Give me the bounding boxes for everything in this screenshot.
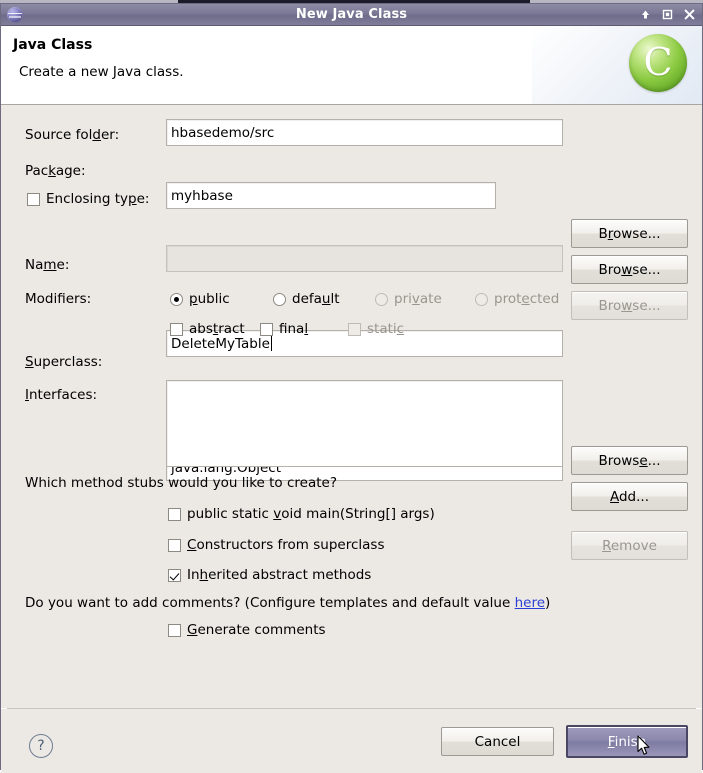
stub-constructors-checkbox[interactable] [168, 538, 181, 552]
interfaces-list[interactable] [166, 380, 563, 467]
enclosing-type-row[interactable]: Enclosing type: [27, 191, 149, 207]
stub-main-method-row[interactable]: public static void main(String[] args) [168, 506, 435, 522]
comments-question-text: Do you want to add comments? (Configure … [25, 595, 515, 611]
wizard-banner: Java Class Create a new Java class. C [1, 26, 702, 105]
generate-comments-row[interactable]: Generate comments [168, 622, 326, 638]
banner-heading: Java Class [13, 37, 93, 53]
source-folder-input[interactable]: hbasedemo/src [166, 119, 563, 146]
dialog-title: New Java Class [295, 7, 408, 22]
package-input[interactable]: myhbase [166, 182, 496, 209]
modifier-static-checkbox [348, 322, 361, 336]
banner-description: Create a new Java class. [19, 64, 184, 80]
modifiers-label: Modifiers: [25, 291, 92, 307]
window-controls [637, 7, 698, 22]
source-folder-label: Source folder: [25, 127, 120, 143]
text-caret [270, 336, 272, 351]
configure-templates-link[interactable]: here [515, 595, 545, 611]
dialog-body: Source folder: hbasedemo/src Browse... P… [1, 105, 702, 708]
maximize-icon[interactable] [659, 7, 676, 22]
method-stubs-question: Which method stubs would you like to cre… [25, 475, 337, 491]
superclass-browse-button[interactable]: Browse... [571, 446, 688, 475]
modifier-default-radio[interactable] [273, 292, 286, 306]
finish-button[interactable]: Finish [566, 725, 688, 758]
interfaces-add-button[interactable]: Add... [571, 482, 688, 511]
enclosing-type-checkbox[interactable] [27, 192, 40, 206]
package-label: Package: [25, 163, 86, 179]
dialog-footer: ? Cancel Finish [1, 708, 702, 773]
dialog-titlebar[interactable]: New Java Class [1, 4, 702, 26]
source-folder-browse-button[interactable]: Browse... [571, 219, 688, 248]
modifier-default-radio-row[interactable]: default [273, 291, 340, 307]
interfaces-remove-button: Remove [571, 531, 688, 560]
java-class-logo-icon: C [629, 34, 687, 92]
minimize-icon[interactable] [637, 7, 654, 22]
interfaces-label: Interfaces: [25, 387, 98, 403]
package-browse-button[interactable]: Browse... [571, 255, 688, 284]
modifier-final-checkbox[interactable] [260, 322, 273, 336]
modifier-public-radio[interactable] [170, 292, 183, 306]
name-label: Name: [25, 257, 70, 273]
logo-letter: C [643, 40, 673, 84]
stub-inherited-abstract-checkbox[interactable] [168, 568, 181, 582]
modifier-abstract-row[interactable]: abstract [170, 321, 245, 337]
package-value: myhbase [171, 187, 233, 204]
modifier-private-radio [375, 292, 388, 306]
modifier-final-row[interactable]: final [260, 321, 308, 337]
new-java-class-dialog: New Java Class Java Class Create a new J… [0, 3, 703, 773]
modifier-private-radio-row: private [375, 291, 442, 307]
class-name-value: DeleteMyTable [171, 335, 270, 352]
close-icon[interactable] [681, 7, 698, 22]
modifier-protected-radio-row: protected [475, 291, 559, 307]
stub-inherited-abstract-row[interactable]: Inherited abstract methods [168, 567, 371, 583]
modifier-protected-radio [475, 292, 488, 306]
comments-question: Do you want to add comments? (Configure … [25, 595, 551, 611]
modifier-static-row: static [348, 321, 404, 337]
help-icon[interactable]: ? [29, 734, 53, 758]
superclass-label: Superclass: [25, 354, 103, 370]
modifier-abstract-checkbox[interactable] [170, 322, 183, 336]
generate-comments-checkbox[interactable] [168, 623, 181, 637]
stub-constructors-row[interactable]: Constructors from superclass [168, 537, 384, 553]
enclosing-type-browse-button: Browse... [571, 291, 688, 320]
footer-separator [7, 708, 696, 709]
enclosing-type-input [166, 245, 563, 272]
modifier-public-radio-row[interactable]: public [170, 291, 230, 307]
stub-main-method-checkbox[interactable] [168, 507, 181, 521]
source-folder-value: hbasedemo/src [171, 124, 275, 141]
cancel-button[interactable]: Cancel [441, 727, 554, 756]
